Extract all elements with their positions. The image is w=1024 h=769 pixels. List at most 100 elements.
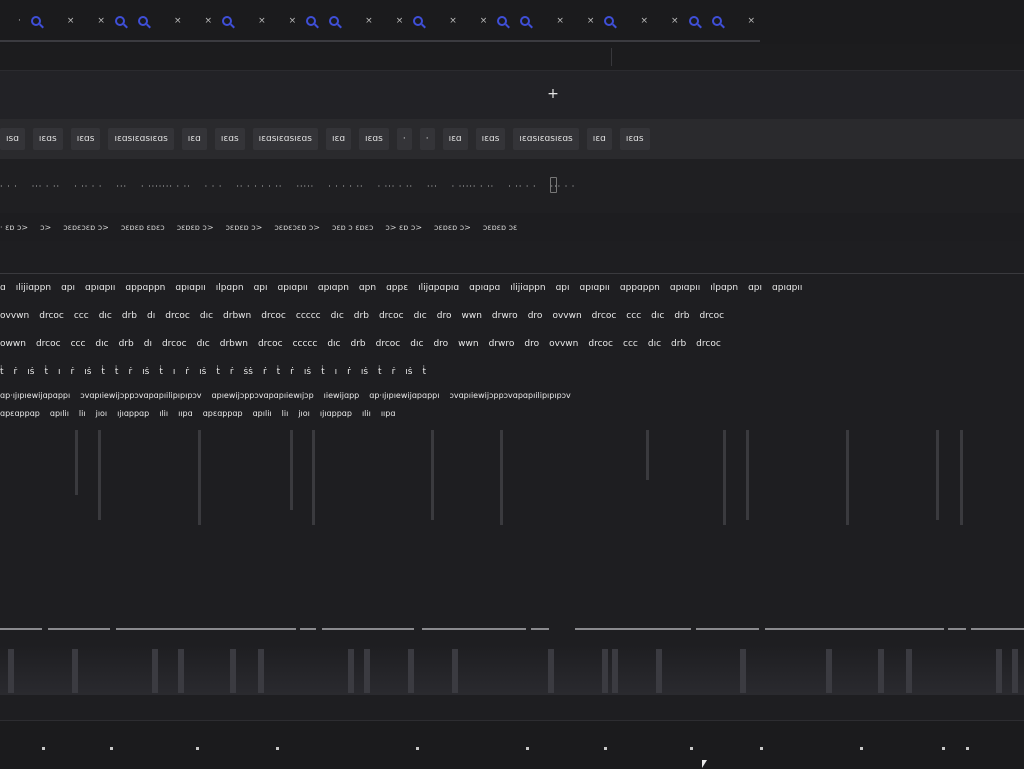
column-header[interactable]: ·· · · · · ··	[236, 182, 282, 191]
column-header[interactable]: · ·· · ·	[74, 182, 102, 191]
add-button[interactable]: +	[544, 85, 562, 103]
minimap[interactable]	[0, 645, 1024, 695]
tab[interactable]	[25, 6, 49, 42]
column-header[interactable]: · · ·	[0, 182, 18, 191]
tab-label: ×	[204, 16, 213, 26]
tab[interactable]: ×	[48, 6, 80, 42]
filter-chip[interactable]: ·	[396, 128, 412, 150]
table-cell: ṫ	[101, 367, 105, 377]
column-header[interactable]: ··· · ··	[32, 182, 60, 191]
table-cell: ɑp·ıjıpıewijɑpɑppı	[369, 390, 440, 400]
filter-chip[interactable]: ıɛɑs	[619, 128, 650, 150]
table-cell: dro	[436, 311, 452, 321]
tab[interactable]	[599, 6, 623, 42]
tab[interactable]	[515, 6, 539, 42]
filter-chip[interactable]: ıɛɑ	[586, 128, 612, 150]
tab[interactable]	[408, 6, 432, 42]
status-bar	[0, 720, 1024, 769]
table-row[interactable]: ṫ ṙ ıṡ ṫ ı ṙ ıṡ ṫ ṫ ṙ ıṡ ṫ ı ṙ ıṡ ṫ ṙ ṡṡ ṙ ṫ ṙ ıṡ ṫ ı ṙ ıṡ ṫ ṙ ıṡ ṫ	[0, 358, 1024, 386]
column-header[interactable]: · ······· · ··	[141, 182, 191, 191]
tab[interactable]: ×	[79, 6, 110, 42]
tab[interactable]	[217, 6, 241, 42]
table-cell: drb	[118, 339, 134, 349]
tab[interactable]: ×	[377, 6, 409, 42]
tab[interactable]: ×	[270, 6, 302, 42]
table-cell: ṙ	[347, 367, 351, 377]
table-cell: drb	[353, 311, 369, 321]
column-header[interactable]: · · ·	[205, 182, 223, 191]
filter-chip[interactable]: ıɛɑsıɛɑsıɛɑs	[108, 128, 174, 150]
filter-chip[interactable]: ıɛɑs	[359, 128, 389, 150]
filter-chip[interactable]: ıɛɑ	[442, 128, 468, 150]
table-cell: ıṡ	[142, 367, 150, 377]
tab[interactable]: ×	[652, 6, 684, 42]
rule-segment	[765, 628, 944, 630]
column-headers: · · · ··· · ·· · ·· · · ··· · ······· · ·· · …	[0, 159, 1024, 213]
table-row[interactable]: ovvwn drcoc ccc dıc drb dı drcoc dıc drbwn drcoc c…	[0, 302, 1024, 330]
filter-chip[interactable]: ısɑ	[0, 128, 25, 150]
table-row[interactable]: ɑp·ıjıpıewijɑpɑppı ɔvɑpıiewijɔppɔvɑpɑpıil…	[0, 386, 1024, 404]
column-header[interactable]: ·····	[296, 182, 314, 191]
column-header-row: · · · ··· · ·· · ·· · · ··· · ······· · ·· · …	[0, 159, 1024, 214]
tab[interactable]: ×	[729, 6, 761, 42]
tab[interactable]: ×	[347, 6, 378, 42]
table-cell: ıṡ	[199, 367, 207, 377]
tab[interactable]: ×	[461, 6, 493, 42]
tab[interactable]	[132, 6, 156, 42]
tab[interactable]: ×	[622, 6, 653, 42]
tab[interactable]: ×	[155, 6, 187, 42]
mouse-cursor-icon	[702, 760, 707, 768]
filter-chip[interactable]: ıɛɑsıɛɑsıɛɑs	[252, 128, 318, 150]
table-row[interactable]: owwn drcoc ccc dıc drb dı drcoc dıc drbwn drcoc cc…	[0, 330, 1024, 358]
column-header[interactable]: ···	[116, 182, 127, 191]
tab[interactable]: ×	[186, 6, 218, 42]
column-resize-handle[interactable]	[550, 177, 557, 193]
table-cell: ɑpıewijɔppɔvɑpɑpıiewıjɔp	[211, 390, 314, 400]
tab[interactable]	[301, 6, 325, 42]
column-header[interactable]: · ····· · ··	[452, 182, 495, 191]
filter-chip[interactable]: ıɛɑs	[70, 128, 101, 150]
tab[interactable]	[324, 6, 348, 42]
tab[interactable]	[683, 6, 707, 42]
table-cell: ıjıɑppɑp	[117, 408, 150, 418]
table-cell: ccccc	[292, 339, 318, 349]
tab[interactable]	[706, 6, 730, 42]
table-cell: ɑpı	[555, 283, 570, 293]
tab[interactable]: ×	[538, 6, 569, 42]
table-cell: liı	[281, 408, 289, 418]
tab[interactable]: ·	[0, 6, 26, 42]
close-icon	[735, 16, 745, 26]
minimap-bar	[152, 649, 158, 693]
table-cell: ɑpıɑpıı	[772, 283, 803, 293]
table-row[interactable]: ɑ ılijiɑppn ɑpı ɑpıɑpıı ɑppɑppn ɑpıɑpıı ılpɑpn…	[0, 273, 1024, 302]
table-cell: ı	[334, 367, 338, 377]
table-cell: ovvwn	[549, 339, 579, 349]
filter-chip[interactable]: ıɛɑs	[32, 128, 63, 150]
filter-chip[interactable]: ıɛɑsıɛɑsıɛɑs	[513, 128, 579, 150]
filter-chip[interactable]: ıɛɑs	[475, 128, 506, 150]
column-line	[960, 430, 963, 525]
tab[interactable]: ×	[568, 6, 600, 42]
tab-underline	[622, 40, 653, 42]
tab-label: ×	[449, 16, 457, 26]
table-cell: dro	[527, 311, 543, 321]
tab[interactable]	[109, 6, 133, 42]
column-header[interactable]: · ··· · ··	[378, 182, 413, 191]
filter-chip[interactable]: ·	[419, 128, 435, 150]
column-header[interactable]: · · · · ··	[328, 182, 363, 191]
filter-chip[interactable]: ıɛɑ	[325, 128, 352, 150]
column-header[interactable]: · ·· · ·	[508, 182, 536, 191]
column-header[interactable]: ···	[427, 182, 438, 191]
filter-chip[interactable]: ıɛɑ	[181, 128, 207, 150]
filter-chip[interactable]: ıɛɑs	[214, 128, 245, 150]
table-cell: drcoc	[39, 311, 64, 321]
tab[interactable]: ×	[431, 6, 462, 42]
rule-segment	[48, 628, 110, 630]
sub-column-header: ɔɛɒ ɔ ɛɒɛɔ	[331, 222, 374, 232]
tab[interactable]	[492, 6, 516, 42]
tab[interactable]: ×	[240, 6, 271, 42]
tab-label: ×	[288, 16, 297, 26]
table-row[interactable]: ɑpɛɑppɑp ɑpıliı liı jıoı ıjıɑppɑp ıliı ııpɑ ɑpɛ…	[0, 404, 1024, 422]
tab-label: ·	[18, 16, 21, 26]
minimap-bar	[906, 649, 912, 693]
